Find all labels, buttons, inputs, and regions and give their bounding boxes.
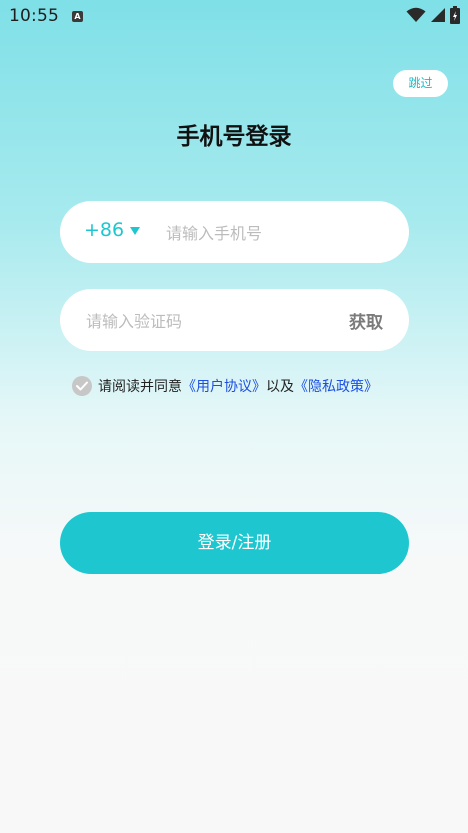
check-icon [76, 381, 88, 391]
signal-icon [431, 8, 445, 22]
skip-button[interactable]: 跳过 [393, 70, 448, 97]
verification-code-field: 获取 [60, 289, 409, 351]
user-agreement-link[interactable]: 《用户协议》 [182, 376, 266, 396]
country-code-label: +86 [84, 219, 125, 241]
page-title: 手机号登录 [176, 124, 292, 150]
verification-code-input[interactable] [84, 308, 318, 334]
status-bar: 10:55 A [0, 0, 468, 34]
login-register-button[interactable]: 登录/注册 [60, 512, 409, 574]
phone-input[interactable] [164, 220, 398, 246]
dropdown-arrow-icon [130, 227, 141, 235]
agreement-row: 请阅读并同意 《用户协议》 以及 《隐私政策》 [72, 376, 378, 396]
agreement-prefix: 请阅读并同意 [98, 379, 182, 395]
status-time: 10:55 [9, 6, 59, 26]
agree-checkbox[interactable] [72, 376, 92, 396]
battery-icon [450, 6, 460, 24]
agreement-middle: 以及 [266, 379, 294, 395]
wifi-icon [406, 7, 426, 22]
country-code-selector[interactable]: +86 [84, 219, 141, 241]
notification-icon: A [72, 11, 83, 22]
system-icons [406, 6, 460, 24]
phone-field: +86 [60, 201, 409, 263]
get-code-button[interactable]: 获取 [349, 308, 383, 333]
privacy-policy-link[interactable]: 《隐私政策》 [294, 376, 378, 396]
